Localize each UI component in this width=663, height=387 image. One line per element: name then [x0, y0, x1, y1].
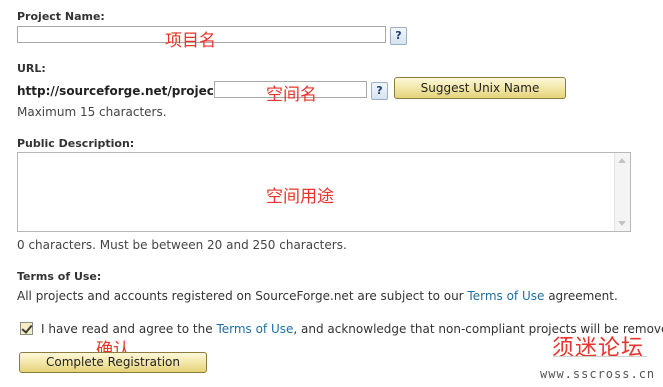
- terms-text-before: All projects and accounts registered on …: [17, 289, 468, 303]
- watermark-url: www.sscross.cn: [540, 367, 656, 381]
- url-label: URL:: [17, 62, 46, 75]
- terms-text-after: agreement.: [544, 289, 618, 303]
- agree-terms-link[interactable]: Terms of Use: [216, 322, 293, 336]
- description-scrollbar[interactable]: [614, 153, 630, 231]
- description-label: Public Description:: [17, 137, 135, 150]
- url-prefix: http://sourceforge.net/projects/: [17, 84, 232, 98]
- scroll-down-icon[interactable]: [618, 221, 626, 226]
- terms-of-use-link[interactable]: Terms of Use: [467, 289, 544, 303]
- agree-checkbox[interactable]: [20, 322, 33, 335]
- terms-statement: All projects and accounts registered on …: [17, 289, 618, 303]
- terms-label: Terms of Use:: [17, 270, 102, 283]
- description-hint: 0 characters. Must be between 20 and 250…: [17, 238, 347, 252]
- watermark-title: 须迷论坛: [552, 336, 645, 361]
- project-name-annotation: 项目名: [165, 31, 216, 51]
- watermark-divider: [553, 356, 647, 357]
- suggest-unix-name-button[interactable]: Suggest Unix Name: [394, 77, 566, 99]
- complete-registration-button[interactable]: Complete Registration: [19, 352, 207, 373]
- unix-name-annotation: 空间名: [266, 85, 317, 105]
- url-hint: Maximum 15 characters.: [17, 105, 167, 119]
- description-annotation: 空间用途: [266, 187, 334, 207]
- project-name-help-icon[interactable]: ?: [390, 27, 407, 45]
- unix-name-help-icon[interactable]: ?: [371, 82, 388, 100]
- project-name-label: Project Name:: [17, 10, 105, 23]
- scroll-up-icon[interactable]: [618, 158, 626, 163]
- agree-text-before: I have read and agree to the: [41, 322, 217, 336]
